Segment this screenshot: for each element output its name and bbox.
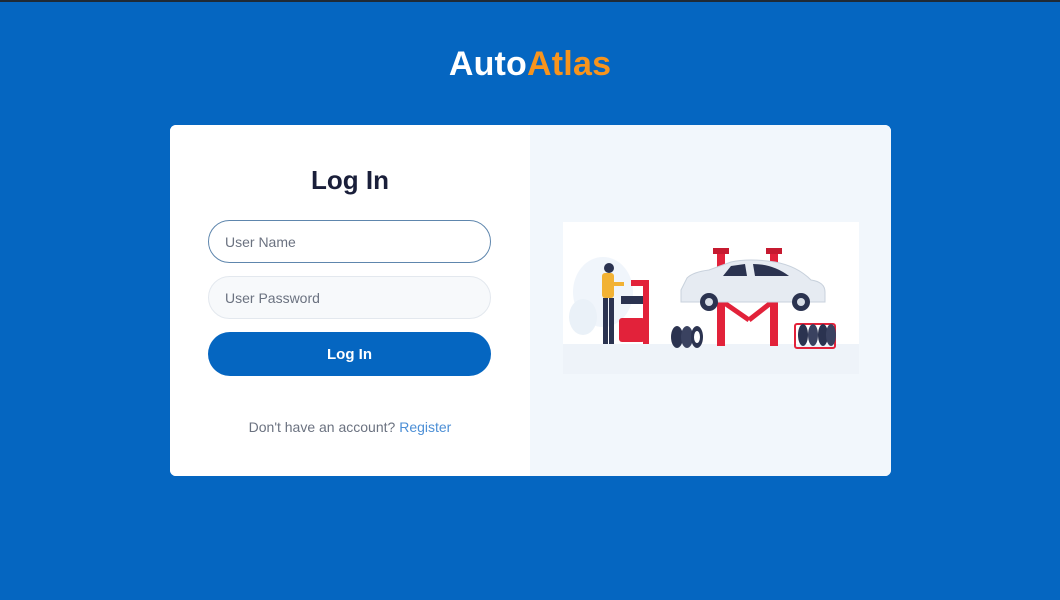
login-title: Log In bbox=[311, 165, 389, 195]
garage-illustration-svg bbox=[563, 248, 859, 374]
login-card: Log In Log In Don't have an account? Reg… bbox=[170, 125, 891, 476]
login-button[interactable]: Log In bbox=[208, 332, 491, 376]
illustration-panel bbox=[530, 125, 891, 476]
window-top-edge bbox=[0, 0, 1060, 2]
username-input[interactable] bbox=[208, 220, 491, 263]
mechanic-car-lift-illustration bbox=[563, 222, 859, 374]
brand-logo-auto: Auto bbox=[448, 45, 528, 83]
password-input[interactable] bbox=[208, 276, 491, 319]
register-prompt-row: Don't have an account? Register bbox=[170, 419, 530, 435]
brand-logo-atlas: Atlas bbox=[527, 45, 612, 83]
brand-logo: AutoAtlas bbox=[0, 45, 1060, 84]
car-icon bbox=[680, 259, 826, 311]
login-form-panel: Log In Log In Don't have an account? Reg… bbox=[170, 125, 530, 476]
register-prompt-text: Don't have an account? bbox=[248, 419, 396, 435]
tire-rack-icon bbox=[794, 323, 836, 349]
tire-stack-icon bbox=[671, 326, 703, 348]
background-blob-small bbox=[569, 299, 597, 335]
register-link[interactable]: Register bbox=[399, 419, 451, 435]
